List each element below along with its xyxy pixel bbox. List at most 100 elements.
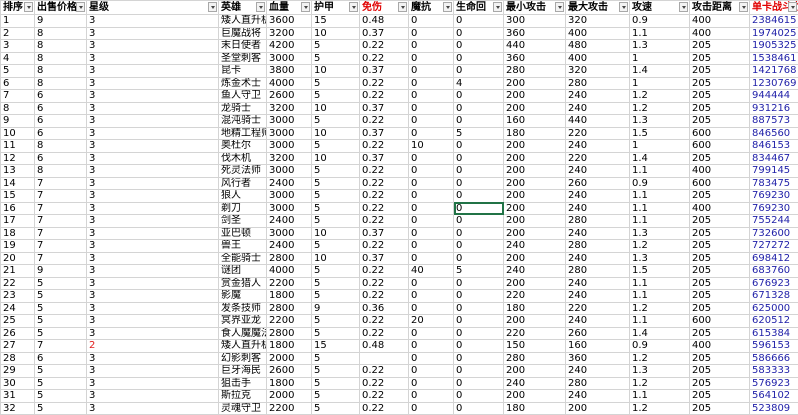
cell-dmg-reduction[interactable]: 0.22 [360,377,409,390]
cell-attack-speed[interactable]: 1.1 [630,215,690,228]
cell-armor[interactable]: 5 [312,140,360,153]
cell-max-attack[interactable]: 280 [566,215,630,228]
cell-attack-speed[interactable]: 1.2 [630,402,690,415]
cell-rank[interactable]: 16 [1,202,35,215]
cell-regen[interactable]: 0 [454,40,504,53]
cell-armor[interactable]: 5 [312,315,360,328]
cell-armor[interactable]: 15 [312,340,360,353]
cell-price[interactable]: 5 [35,327,87,340]
cell-stars[interactable]: 3 [87,290,219,303]
cell-magic-resist[interactable]: 0 [409,90,454,103]
cell-hp[interactable]: 3000 [267,165,312,178]
cell-min-attack[interactable]: 200 [504,140,566,153]
cell-dmg-reduction[interactable]: 0.22 [360,265,409,278]
column-header-regen[interactable]: 生命回 [454,1,504,15]
cell-attack-range[interactable]: 600 [690,315,750,328]
cell-price[interactable]: 8 [35,140,87,153]
cell-hp[interactable]: 3800 [267,65,312,78]
cell-attack-range[interactable]: 205 [690,402,750,415]
cell-magic-resist[interactable]: 0 [409,202,454,215]
cell-armor[interactable]: 10 [312,27,360,40]
cell-rank[interactable]: 27 [1,340,35,353]
cell-hp[interactable]: 2400 [267,215,312,228]
cell-regen[interactable]: 0 [454,302,504,315]
cell-regen[interactable]: 0 [454,340,504,353]
cell-max-attack[interactable]: 200 [566,402,630,415]
cell-hp[interactable]: 3000 [267,52,312,65]
cell-rank[interactable]: 4 [1,52,35,65]
column-header-dmg-reduction[interactable]: 免伤 [360,1,409,15]
cell-max-attack[interactable]: 280 [566,265,630,278]
cell-rank[interactable]: 14 [1,177,35,190]
cell-armor[interactable]: 15 [312,15,360,28]
cell-hp[interactable]: 2400 [267,177,312,190]
cell-card-power[interactable]: 1538461 [750,52,798,65]
filter-dropdown-icon[interactable] [208,2,217,12]
cell-min-attack[interactable]: 200 [504,90,566,103]
cell-hp[interactable]: 3000 [267,190,312,203]
cell-max-attack[interactable]: 240 [566,277,630,290]
cell-max-attack[interactable]: 240 [566,202,630,215]
cell-max-attack[interactable]: 280 [566,77,630,90]
cell-attack-range[interactable]: 205 [690,390,750,403]
cell-dmg-reduction[interactable]: 0.22 [360,77,409,90]
cell-attack-range[interactable]: 205 [690,152,750,165]
cell-magic-resist[interactable]: 0 [409,115,454,128]
cell-attack-range[interactable]: 205 [690,277,750,290]
cell-attack-range[interactable]: 600 [690,140,750,153]
cell-rank[interactable]: 8 [1,102,35,115]
cell-hero[interactable]: 影魔 [219,290,267,303]
cell-min-attack[interactable]: 360 [504,52,566,65]
filter-dropdown-icon[interactable] [739,2,748,12]
cell-regen[interactable]: 0 [454,27,504,40]
cell-armor[interactable]: 5 [312,90,360,103]
cell-magic-resist[interactable]: 0 [409,65,454,78]
cell-card-power[interactable]: 583333 [750,365,798,378]
cell-hp[interactable]: 2200 [267,315,312,328]
cell-hp[interactable]: 2800 [267,252,312,265]
cell-max-attack[interactable]: 240 [566,190,630,203]
cell-hp[interactable]: 3000 [267,202,312,215]
cell-min-attack[interactable]: 440 [504,40,566,53]
filter-dropdown-icon[interactable] [256,2,265,12]
cell-stars[interactable]: 3 [87,177,219,190]
cell-attack-range[interactable]: 205 [690,265,750,278]
cell-max-attack[interactable]: 240 [566,140,630,153]
cell-magic-resist[interactable]: 0 [409,27,454,40]
cell-magic-resist[interactable]: 0 [409,252,454,265]
cell-min-attack[interactable]: 200 [504,202,566,215]
cell-attack-range[interactable]: 205 [690,290,750,303]
cell-rank[interactable]: 1 [1,15,35,28]
cell-stars[interactable]: 3 [87,52,219,65]
cell-card-power[interactable]: 799145 [750,165,798,178]
cell-armor[interactable]: 5 [312,377,360,390]
cell-regen[interactable]: 0 [454,52,504,65]
cell-min-attack[interactable]: 200 [504,227,566,240]
cell-regen[interactable]: 0 [454,165,504,178]
cell-attack-range[interactable]: 400 [690,15,750,28]
filter-dropdown-icon[interactable] [398,2,407,12]
cell-min-attack[interactable]: 200 [504,177,566,190]
cell-magic-resist[interactable]: 0 [409,102,454,115]
cell-card-power[interactable]: 683760 [750,265,798,278]
cell-hero[interactable]: 狙击手 [219,377,267,390]
cell-magic-resist[interactable]: 10 [409,140,454,153]
cell-magic-resist[interactable]: 0 [409,302,454,315]
cell-armor[interactable]: 10 [312,252,360,265]
cell-price[interactable]: 5 [35,277,87,290]
cell-stars[interactable]: 3 [87,165,219,178]
cell-card-power[interactable]: 676923 [750,277,798,290]
cell-dmg-reduction[interactable]: 0.22 [360,177,409,190]
cell-magic-resist[interactable]: 0 [409,327,454,340]
column-header-magic-resist[interactable]: 魔抗 [409,1,454,15]
cell-attack-range[interactable]: 205 [690,102,750,115]
cell-armor[interactable]: 5 [312,52,360,65]
cell-rank[interactable]: 23 [1,290,35,303]
cell-attack-speed[interactable]: 1.3 [630,252,690,265]
filter-dropdown-icon[interactable] [349,2,358,12]
cell-price[interactable]: 6 [35,115,87,128]
cell-regen[interactable]: 0 [454,115,504,128]
cell-hp[interactable]: 2200 [267,402,312,415]
cell-attack-speed[interactable]: 1.5 [630,127,690,140]
cell-rank[interactable]: 21 [1,265,35,278]
